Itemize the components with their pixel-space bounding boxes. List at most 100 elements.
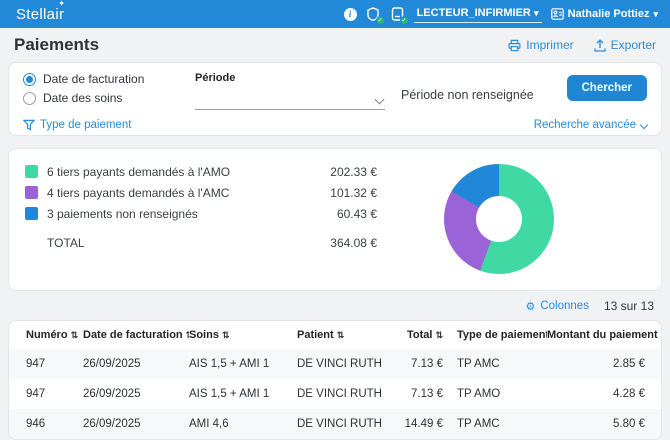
table-row[interactable]: 946 26/09/2025 AMI 4,6 DE VINCI RUTH 14.… [9, 409, 661, 439]
col-header-date-facturation[interactable]: Date de facturation⇅ [83, 321, 189, 349]
legend-label: 4 tiers payants demandés à l'AMC [47, 186, 229, 200]
reader-select-value: LECTEUR_INFIRMIER [417, 7, 531, 19]
cell-soins: AIS 1,5 + AMI 1 [189, 349, 297, 379]
radio-date-soins-label: Date des soins [43, 91, 122, 105]
legend-label: 6 tiers payants demandés à l'AMO [47, 165, 230, 179]
caret-down-icon: ▾ [653, 10, 658, 19]
export-label: Exporter [611, 38, 656, 52]
legend-label: 3 paiements non renseignés [47, 207, 198, 221]
export-button[interactable]: Exporter [594, 38, 656, 52]
cell-numero: 947 [9, 379, 83, 409]
col-header-soins[interactable]: Soins⇅ [189, 321, 297, 349]
col-header-total[interactable]: Total⇅ [397, 321, 447, 349]
radio-selected-icon [23, 73, 36, 86]
page-title: Paiements [14, 35, 99, 55]
radio-date-facturation-label: Date de facturation [43, 72, 144, 86]
legend-amount: 60.43 € [337, 207, 377, 221]
cell-montant: 2.85 € [547, 349, 661, 379]
result-count: 13 sur 13 [604, 299, 654, 313]
cell-total: 14.49 € [397, 409, 447, 439]
filters-panel: Date de facturation Date des soins Pério… [8, 62, 662, 136]
reader-select[interactable]: LECTEUR_INFIRMIER ▾ [414, 5, 542, 23]
columns-label: Colonnes [540, 300, 589, 312]
total-row: TOTAL 364.08 € [25, 236, 377, 250]
col-header-patient[interactable]: Patient⇅ [297, 321, 397, 349]
radio-date-facturation[interactable]: Date de facturation [23, 72, 175, 86]
cell-total: 7.13 € [397, 379, 447, 409]
sort-icon: ⇅ [435, 330, 443, 340]
cell-date: 26/09/2025 [83, 349, 189, 379]
star-icon: ✦ [58, 0, 65, 8]
user-name: Nathalie Pottiez [568, 8, 650, 20]
cell-patient: DE VINCI RUTH [297, 379, 397, 409]
legend-swatch-non-renseignes [25, 207, 38, 220]
brand-logo: Stellair✦ [16, 6, 64, 23]
check-badge-icon: ✓ [400, 16, 409, 25]
chevron-down-icon [375, 95, 385, 105]
summary-panel: 6 tiers payants demandés à l'AMO 202.33 … [8, 148, 662, 291]
cell-type: TP AMO [447, 379, 547, 409]
total-label: TOTAL [25, 236, 85, 250]
cell-type: TP AMC [447, 349, 547, 379]
advanced-search-label: Recherche avancée [534, 119, 636, 131]
cell-numero: 947 [9, 349, 83, 379]
chart-legend: 6 tiers payants demandés à l'AMO 202.33 … [25, 161, 377, 250]
gear-icon: ⚙ [525, 300, 535, 313]
legend-swatch-amc [25, 186, 38, 199]
brand-text: Stellair [16, 6, 64, 23]
check-badge-icon: ✓ [376, 16, 385, 25]
cell-type: TP AMC [447, 409, 547, 439]
printer-icon [508, 39, 521, 52]
cell-date: 26/09/2025 [83, 409, 189, 439]
vitale-card-icon[interactable]: ✓ [366, 7, 381, 22]
table-meta-row: ⚙ Colonnes 13 sur 13 [16, 299, 654, 313]
sort-icon: ⇅ [71, 330, 79, 340]
user-menu[interactable]: Nathalie Pottiez ▾ [551, 8, 658, 20]
col-header-type-paiement[interactable]: Type de paiement⇅ [447, 321, 547, 349]
advanced-search-toggle[interactable]: Recherche avancée [534, 119, 647, 131]
period-select[interactable] [195, 95, 385, 110]
donut-chart [444, 164, 554, 274]
caret-down-icon: ▾ [534, 9, 539, 18]
table-row[interactable]: 947 26/09/2025 AIS 1,5 + AMI 1 DE VINCI … [9, 379, 661, 409]
legend-item: 3 paiements non renseignés 60.43 € [25, 203, 377, 224]
legend-amount: 101.32 € [330, 186, 377, 200]
cell-total: 7.13 € [397, 349, 447, 379]
payments-table-panel: Numéro⇅ Date de facturation⇅ Soins⇅ Pati… [8, 320, 662, 440]
table-row[interactable]: 947 26/09/2025 AIS 1,5 + AMI 1 DE VINCI … [9, 349, 661, 379]
print-button[interactable]: Imprimer [508, 38, 573, 52]
card-reader-icon[interactable]: ✓ [390, 7, 405, 22]
type-paiement-label: Type de paiement [40, 119, 131, 131]
print-label: Imprimer [526, 38, 573, 52]
legend-item: 4 tiers payants demandés à l'AMC 101.32 … [25, 182, 377, 203]
payments-table: Numéro⇅ Date de facturation⇅ Soins⇅ Pati… [9, 321, 661, 439]
period-label: Période [195, 72, 385, 84]
table-header-row: Numéro⇅ Date de facturation⇅ Soins⇅ Pati… [9, 321, 661, 349]
page-header: Paiements Imprimer Exporter [0, 28, 670, 62]
columns-button[interactable]: ⚙ Colonnes [525, 300, 588, 313]
cell-montant: 5.80 € [547, 409, 661, 439]
sort-icon: ⇅ [337, 330, 345, 340]
cell-patient: DE VINCI RUTH [297, 349, 397, 379]
info-icon[interactable]: i [344, 8, 357, 21]
col-header-montant[interactable]: Montant du paiement⇅ [547, 321, 661, 349]
sort-icon: ⇅ [222, 330, 230, 340]
cell-numero: 946 [9, 409, 83, 439]
radio-date-soins[interactable]: Date des soins [23, 91, 175, 105]
legend-item: 6 tiers payants demandés à l'AMO 202.33 … [25, 161, 377, 182]
col-header-numero[interactable]: Numéro⇅ [9, 321, 83, 349]
cell-patient: DE VINCI RUTH [297, 409, 397, 439]
cell-soins: AIS 1,5 + AMI 1 [189, 379, 297, 409]
radio-unselected-icon [23, 92, 36, 105]
legend-swatch-amo [25, 165, 38, 178]
legend-amount: 202.33 € [330, 165, 377, 179]
search-button[interactable]: Chercher [567, 75, 648, 101]
type-paiement-filter[interactable]: Type de paiement [23, 119, 131, 131]
user-badge-icon [551, 8, 564, 20]
funnel-icon [23, 119, 35, 131]
chevron-down-icon [640, 121, 648, 129]
cell-soins: AMI 4,6 [189, 409, 297, 439]
top-bar: Stellair✦ i ✓ ✓ LECTEUR_INFIRMIER ▾ [0, 0, 670, 28]
export-icon [594, 39, 606, 52]
cell-date: 26/09/2025 [83, 379, 189, 409]
